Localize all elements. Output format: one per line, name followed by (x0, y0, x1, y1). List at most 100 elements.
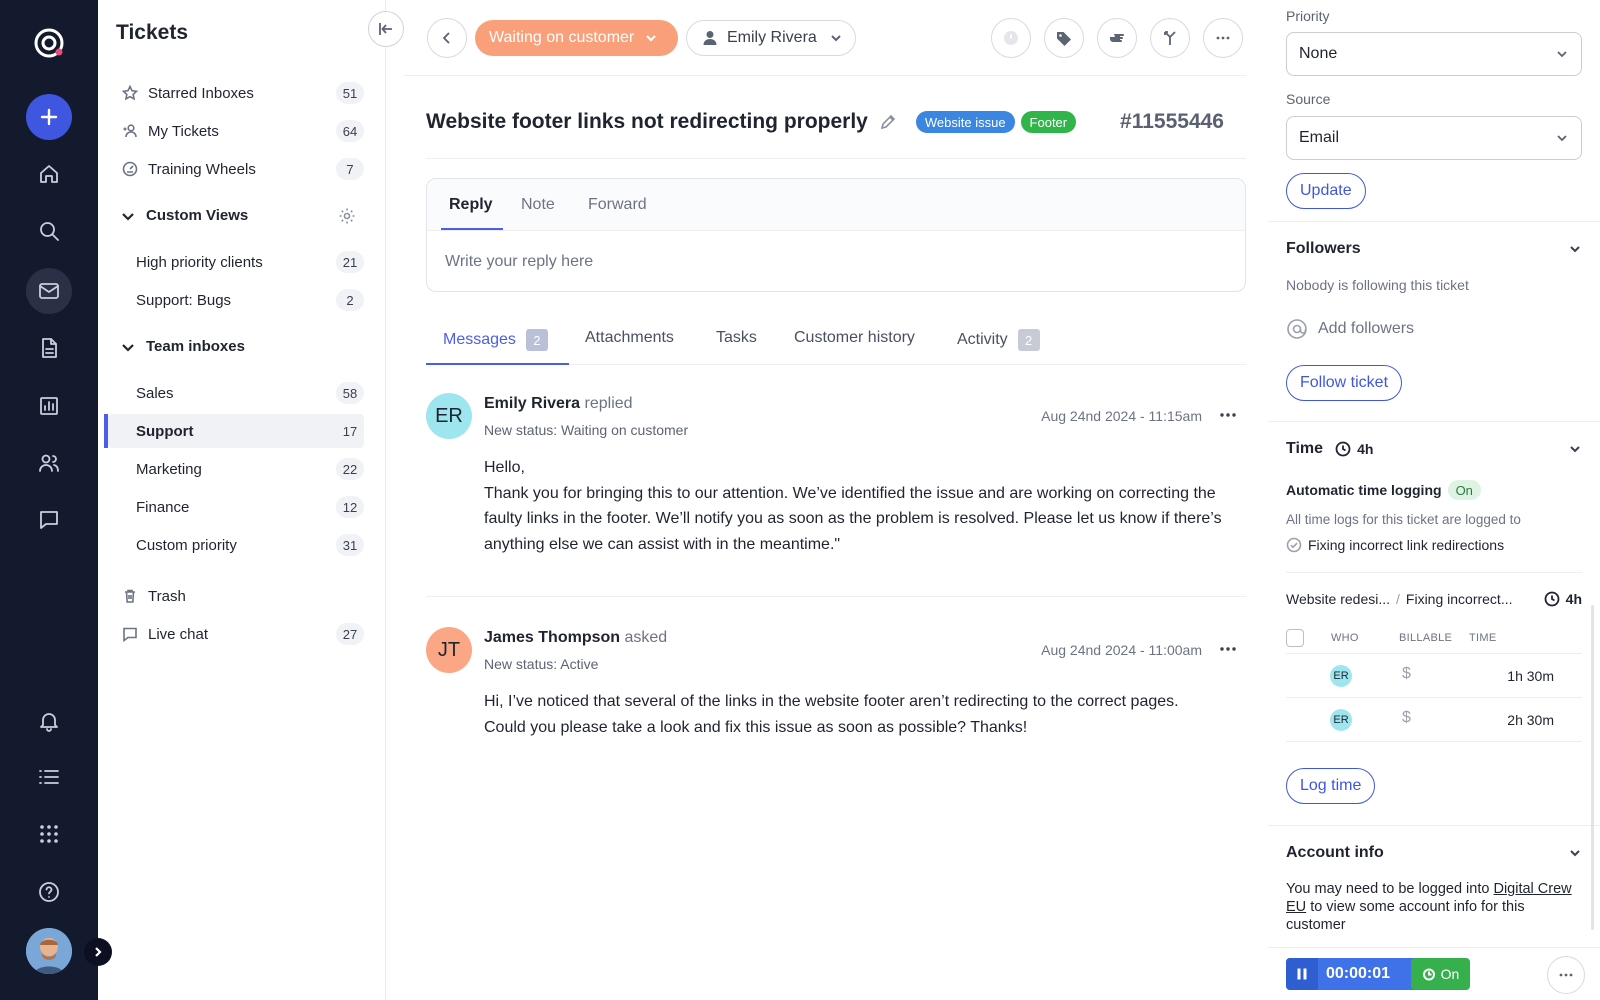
message-author: James Thompson asked (484, 629, 668, 646)
sidebar-item-high-priority-clients[interactable]: High priority clients 21 (108, 245, 364, 279)
count-badge: 31 (336, 534, 364, 556)
pause-button[interactable] (1286, 958, 1318, 990)
merge-button[interactable] (1150, 18, 1190, 58)
source-label: Source (1286, 91, 1331, 107)
table-row[interactable]: ER $ 1h 30m (1286, 654, 1582, 698)
table-row[interactable]: ER $ 2h 30m (1286, 698, 1582, 742)
edit-title-button[interactable] (878, 112, 898, 132)
mail-icon (39, 283, 59, 299)
sidebar-item-sales[interactable]: Sales 58 (108, 376, 364, 410)
users-icon (39, 454, 59, 472)
priority-select[interactable]: None (1286, 32, 1582, 76)
tag-footer[interactable]: Footer (1020, 111, 1077, 133)
nav-apps[interactable] (26, 811, 72, 857)
followers-empty-text: Nobody is following this ticket (1286, 277, 1469, 293)
log-time-button[interactable]: Log time (1286, 768, 1376, 804)
back-button[interactable] (427, 18, 467, 58)
tag-button[interactable] (1044, 18, 1084, 58)
panel-scrollbar[interactable] (1591, 605, 1594, 930)
nav-tickets[interactable] (26, 268, 72, 314)
nav-chat[interactable] (26, 497, 72, 543)
assignee-dropdown[interactable]: Emily Rivera (686, 20, 856, 56)
follow-ticket-button[interactable]: Follow ticket (1286, 365, 1403, 401)
point-button[interactable] (1097, 18, 1137, 58)
tab-note[interactable]: Note (521, 196, 555, 214)
update-button[interactable]: Update (1286, 173, 1366, 209)
tab-reply[interactable]: Reply (441, 196, 503, 230)
more-actions-button[interactable] (1203, 18, 1243, 58)
tab-tasks[interactable]: Tasks (716, 329, 757, 347)
reply-input[interactable]: Write your reply here (445, 253, 593, 271)
sidebar-item-marketing[interactable]: Marketing 22 (108, 452, 364, 486)
message-more-button[interactable] (1218, 405, 1238, 425)
tag-website-issue[interactable]: Website issue (915, 111, 1015, 133)
logged-task[interactable]: Fixing incorrect link redirections (1286, 537, 1504, 553)
nav-search[interactable] (26, 208, 72, 254)
custom-views-group[interactable]: Custom Views (120, 207, 355, 224)
priority-button[interactable] (991, 18, 1031, 58)
message-status: New status: Waiting on customer (484, 422, 689, 438)
crumb-project[interactable]: Website redesi... (1286, 591, 1390, 607)
sidebar-item-training-wheels[interactable]: Training Wheels 7 (108, 152, 364, 186)
nav-documents[interactable] (26, 325, 72, 371)
message-more-button[interactable] (1218, 639, 1238, 659)
gear-icon[interactable] (338, 207, 356, 225)
avatar: ER (1330, 665, 1352, 687)
nav-notifications[interactable] (26, 698, 72, 744)
auto-logging-toggle[interactable]: On (1447, 480, 1481, 500)
nav-list[interactable] (26, 754, 72, 800)
divider (426, 596, 1246, 597)
divider (1268, 421, 1600, 422)
avatar: ER (426, 393, 472, 439)
add-followers-button[interactable]: Add followers (1286, 318, 1414, 340)
billable-icon[interactable]: $ (1402, 665, 1411, 683)
message-author: Emily Rivera replied (484, 395, 633, 412)
status-dropdown[interactable]: Waiting on customer (475, 20, 678, 56)
sidebar-item-starred-inboxes[interactable]: Starred Inboxes 51 (108, 76, 364, 110)
sidebar-item-support[interactable]: Support 17 (104, 414, 364, 448)
chevron-down-icon (1557, 51, 1567, 58)
count-badge: 22 (336, 458, 364, 480)
ticket-main: Waiting on customer Emily Rivera Website… (404, 0, 1246, 1000)
tab-activity[interactable]: Activity 2 (957, 329, 1040, 351)
tab-customer-history[interactable]: Customer history (794, 329, 915, 347)
nav-help[interactable] (26, 869, 72, 915)
time-value: 1h 30m (1507, 668, 1554, 684)
tab-forward[interactable]: Forward (588, 196, 647, 214)
nav-home[interactable] (26, 151, 72, 197)
sidebar-item-live-chat[interactable]: Live chat 27 (108, 617, 364, 651)
followers-section-header[interactable]: Followers (1286, 240, 1582, 258)
chevron-down-icon (122, 343, 134, 352)
sidebar-item-support-bugs[interactable]: Support: Bugs 2 (108, 283, 364, 317)
chevron-down-icon (646, 35, 657, 42)
team-inboxes-group[interactable]: Team inboxes (120, 338, 350, 355)
nav-contacts[interactable] (26, 440, 72, 486)
time-value: 2h 30m (1507, 712, 1554, 728)
more-options-button[interactable] (1547, 956, 1585, 994)
tab-messages[interactable]: Messages 2 (443, 329, 548, 351)
time-section-header[interactable]: Time 4h (1286, 440, 1582, 458)
active-tab-indicator (426, 363, 569, 365)
reply-composer: Reply Note Forward Write your reply here (426, 178, 1246, 292)
app-logo[interactable] (26, 20, 72, 66)
at-sign-icon (1287, 319, 1307, 339)
source-select[interactable]: Email (1286, 116, 1582, 160)
collapse-sidebar-button[interactable] (368, 11, 404, 47)
document-icon (42, 338, 57, 358)
tab-attachments[interactable]: Attachments (585, 329, 674, 347)
user-avatar[interactable] (26, 928, 72, 974)
sidebar-item-trash[interactable]: Trash (108, 579, 364, 613)
nav-reports[interactable] (26, 383, 72, 429)
time-total: 4h (1335, 441, 1373, 457)
select-all-checkbox[interactable] (1286, 629, 1304, 647)
sidebar-item-my-tickets[interactable]: My Tickets 64 (108, 114, 364, 148)
merge-icon (1164, 31, 1176, 45)
sidebar-item-finance[interactable]: Finance 12 (108, 490, 364, 524)
create-button[interactable] (26, 94, 72, 140)
billable-icon[interactable]: $ (1402, 709, 1411, 727)
crumb-task[interactable]: Fixing incorrect... (1406, 591, 1513, 607)
sidebar-item-custom-priority[interactable]: Custom priority 31 (108, 528, 364, 562)
expand-rail-button[interactable] (84, 938, 112, 966)
account-info-section-header[interactable]: Account info (1286, 844, 1582, 862)
auto-timer-toggle[interactable]: On (1411, 958, 1470, 990)
